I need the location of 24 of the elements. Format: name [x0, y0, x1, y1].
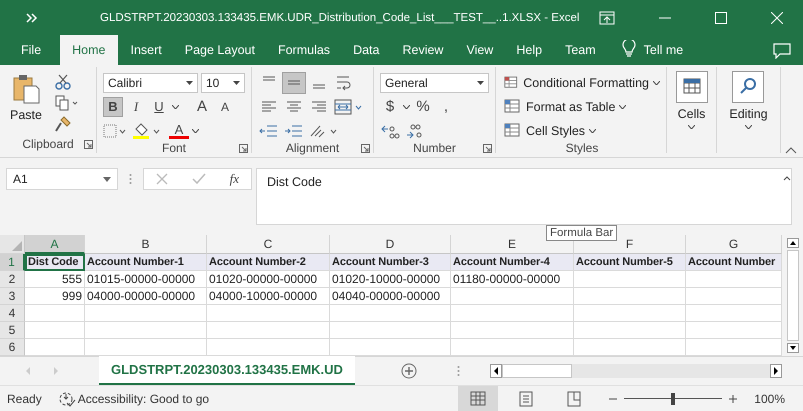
table-cell: 999: [25, 288, 85, 305]
table-cell: Account Number: [686, 254, 782, 271]
status-text: Ready: [7, 392, 42, 406]
group-label: Styles: [566, 141, 598, 155]
table-cell: Account Number-5: [574, 254, 686, 271]
table-cell: 01020-10000-00000: [330, 271, 451, 288]
table-cell: 01020-00000-00000: [207, 271, 330, 288]
table-cell: 04000-10000-00000: [207, 288, 330, 305]
table-cell: Dist Code: [25, 254, 85, 271]
table-cell: Account Number-2: [207, 254, 330, 271]
table-cell: Account Number-4: [451, 254, 574, 271]
tooltip: Formula Bar: [546, 225, 618, 241]
table-cell: 01180-00000-00000: [451, 271, 574, 288]
group-label: Number: [413, 141, 456, 155]
table-cell: 01015-00000-00000: [85, 271, 207, 288]
group-label: Clipboard: [22, 137, 74, 151]
group-label: Alignment: [286, 141, 340, 155]
table-cell: Account Number-1: [85, 254, 207, 271]
window-title: GLDSTRPT.20230303.133435.EMK.UDR_Distribution_Code_List___TEST__..1.XLSX - Excel: [100, 12, 580, 24]
table-cell: 04000-00000-00000: [85, 288, 207, 305]
table-cell: Account Number-3: [330, 254, 451, 271]
group-label: Font: [162, 141, 186, 155]
table-cell: 555: [25, 271, 85, 288]
table-cell: 04040-00000-00000: [330, 288, 451, 305]
